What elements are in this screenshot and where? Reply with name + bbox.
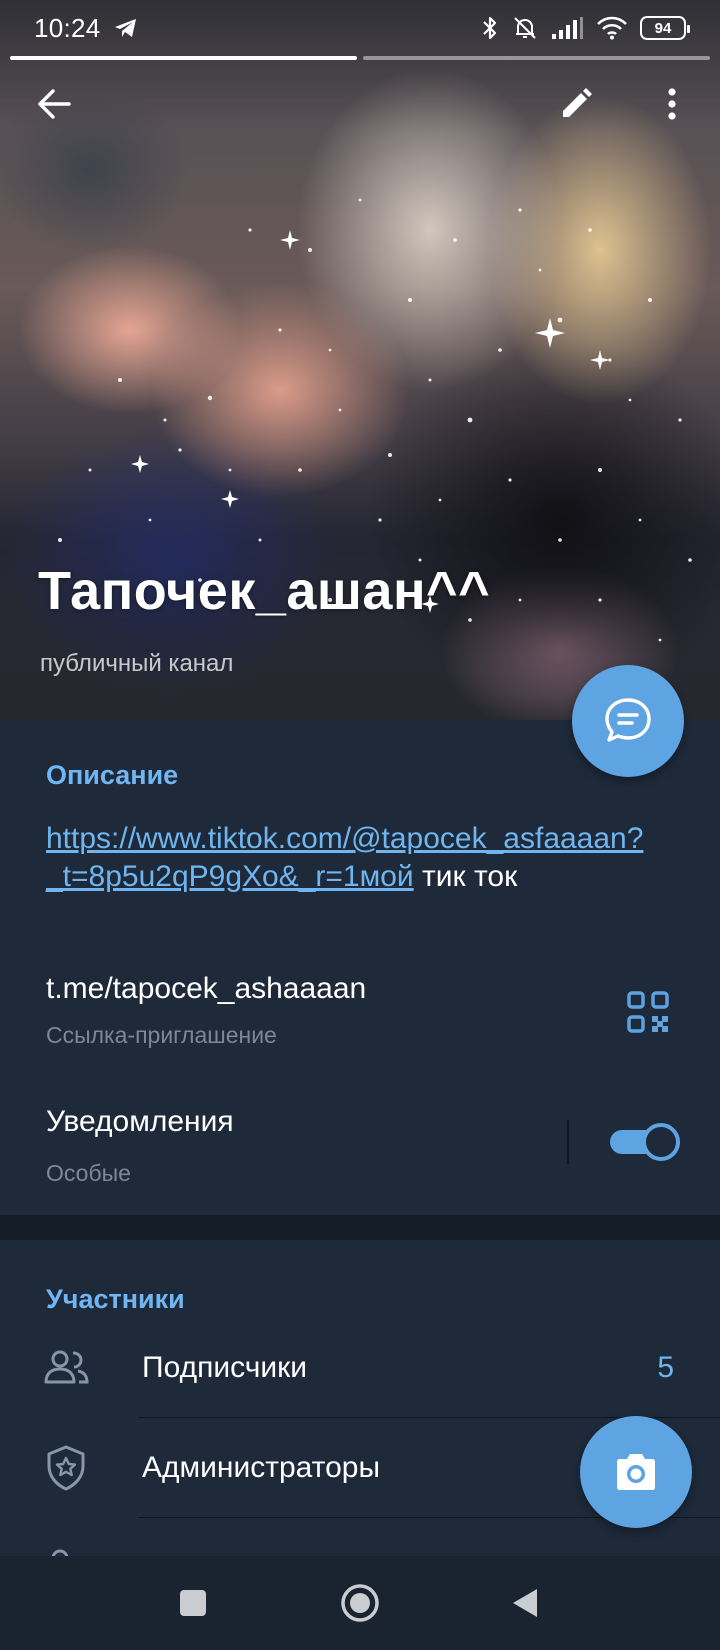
partially-visible-row[interactable] xyxy=(0,1518,720,1556)
camera-icon xyxy=(617,1454,655,1490)
back-button[interactable] xyxy=(22,72,86,136)
set-photo-button[interactable] xyxy=(580,1416,692,1528)
mute-bell-icon xyxy=(514,17,536,39)
system-back-button[interactable] xyxy=(505,1583,545,1623)
description-text: тик ток xyxy=(413,860,518,893)
description-section-title: Описание xyxy=(46,760,179,790)
square-icon xyxy=(180,1590,206,1616)
invite-link[interactable]: t.me/tapocek_ashaaaan xyxy=(46,972,366,1006)
more-vertical-icon xyxy=(668,88,676,120)
chat-bubble-icon xyxy=(605,698,651,742)
discussion-button[interactable] xyxy=(572,665,684,777)
subscribers-count: 5 xyxy=(657,1351,674,1384)
status-time: 10:24 xyxy=(34,12,101,43)
system-navigation-bar xyxy=(0,1556,720,1650)
more-options-button[interactable] xyxy=(640,72,704,136)
channel-info-screen: 10:24 94 Тапочек_ашан^^ публичный канал … xyxy=(0,0,720,1650)
partially-visible-row-icon xyxy=(51,1549,69,1556)
status-bar: 10:24 94 xyxy=(0,0,720,56)
members-section-title: Участники xyxy=(46,1284,185,1314)
photo-progress-bars xyxy=(10,56,710,60)
action-bar xyxy=(0,72,720,136)
channel-info-card: Описание https://www.tiktok.com/@tapocek… xyxy=(0,720,720,1215)
subscribers-row[interactable]: Подписчики 5 xyxy=(0,1318,720,1418)
notifications-caption: Особые xyxy=(46,1160,131,1186)
arrow-left-icon xyxy=(38,89,71,119)
edit-button[interactable] xyxy=(544,72,608,136)
triangle-back-icon xyxy=(513,1589,537,1617)
tiktok-link[interactable]: https://www.tiktok.com/@tapocek_asfaaaan… xyxy=(46,822,643,893)
telegram-notification-icon xyxy=(114,19,136,37)
people-icon xyxy=(44,1350,89,1384)
toggle-knob xyxy=(642,1123,680,1161)
notifications-toggle[interactable] xyxy=(610,1122,680,1162)
notifications-divider xyxy=(567,1120,569,1164)
channel-title: Тапочек_ашан^^ xyxy=(38,561,491,621)
pencil-icon xyxy=(563,88,592,117)
invite-link-caption: Ссылка-приглашение xyxy=(46,1022,277,1048)
subscribers-label: Подписчики xyxy=(142,1351,308,1384)
administrators-label: Администраторы xyxy=(142,1451,381,1484)
wifi-icon xyxy=(597,16,627,40)
qr-code-icon xyxy=(627,991,669,1033)
home-button[interactable] xyxy=(340,1583,380,1623)
section-gap xyxy=(0,1215,720,1240)
qr-code-button[interactable] xyxy=(626,990,670,1034)
channel-type-subtitle: публичный канал xyxy=(40,650,234,677)
notifications-label[interactable]: Уведомления xyxy=(46,1105,234,1139)
circle-home-icon xyxy=(341,1584,379,1622)
recents-button[interactable] xyxy=(173,1583,213,1623)
admin-shield-icon xyxy=(47,1445,85,1491)
photo-progress-segment xyxy=(10,56,357,60)
channel-description: https://www.tiktok.com/@tapocek_asfaaaan… xyxy=(46,820,686,896)
battery-indicator: 94 xyxy=(640,16,690,40)
signal-strength-icon xyxy=(552,17,583,39)
bluetooth-icon xyxy=(483,16,497,40)
photo-progress-segment xyxy=(363,56,710,60)
